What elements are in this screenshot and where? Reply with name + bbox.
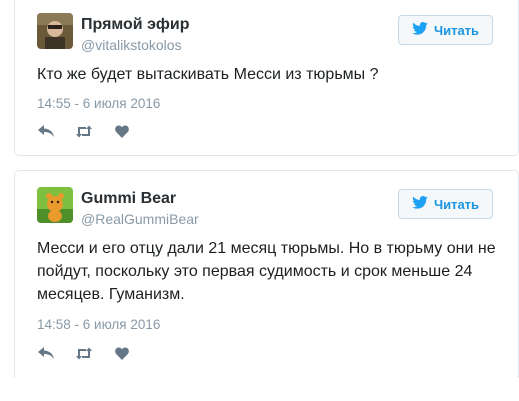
follow-label: Читать xyxy=(433,196,480,212)
tweet-timestamp[interactable]: 14:58 - 6 июля 2016 xyxy=(37,317,160,332)
like-icon[interactable] xyxy=(113,123,131,139)
display-name[interactable]: Прямой эфир xyxy=(81,16,190,34)
user-handle[interactable]: @RealGummiBear xyxy=(81,211,199,227)
tweet-text: Месси и его отцу дали 21 месяц тюрьмы. Н… xyxy=(37,240,496,303)
tweet-timestamp[interactable]: 14:55 - 6 июля 2016 xyxy=(37,96,160,111)
twitter-bird-icon xyxy=(412,22,428,38)
retweet-icon[interactable] xyxy=(75,345,93,361)
tweet-card: Прямой эфир @vitalikstokolos Читать Кто … xyxy=(14,0,519,156)
user-handle[interactable]: @vitalikstokolos xyxy=(81,37,182,53)
tweet-text: Кто же будет вытаскивать Месси из тюрьмы… xyxy=(37,66,379,83)
display-name[interactable]: Gummi Bear xyxy=(81,190,176,208)
reply-icon[interactable] xyxy=(37,345,55,361)
like-icon[interactable] xyxy=(113,345,131,361)
tweet-actions xyxy=(37,345,131,361)
tweet-actions xyxy=(37,123,131,139)
follow-button[interactable]: Читать xyxy=(398,189,493,219)
retweet-icon[interactable] xyxy=(75,123,93,139)
follow-label: Читать xyxy=(433,22,480,38)
follow-button[interactable]: Читать xyxy=(398,15,493,45)
twitter-bird-icon xyxy=(412,196,428,212)
avatar[interactable] xyxy=(37,187,73,223)
avatar[interactable] xyxy=(37,13,73,49)
tweet-card: Gummi Bear @RealGummiBear Читать Месси и… xyxy=(14,170,519,378)
reply-icon[interactable] xyxy=(37,123,55,139)
